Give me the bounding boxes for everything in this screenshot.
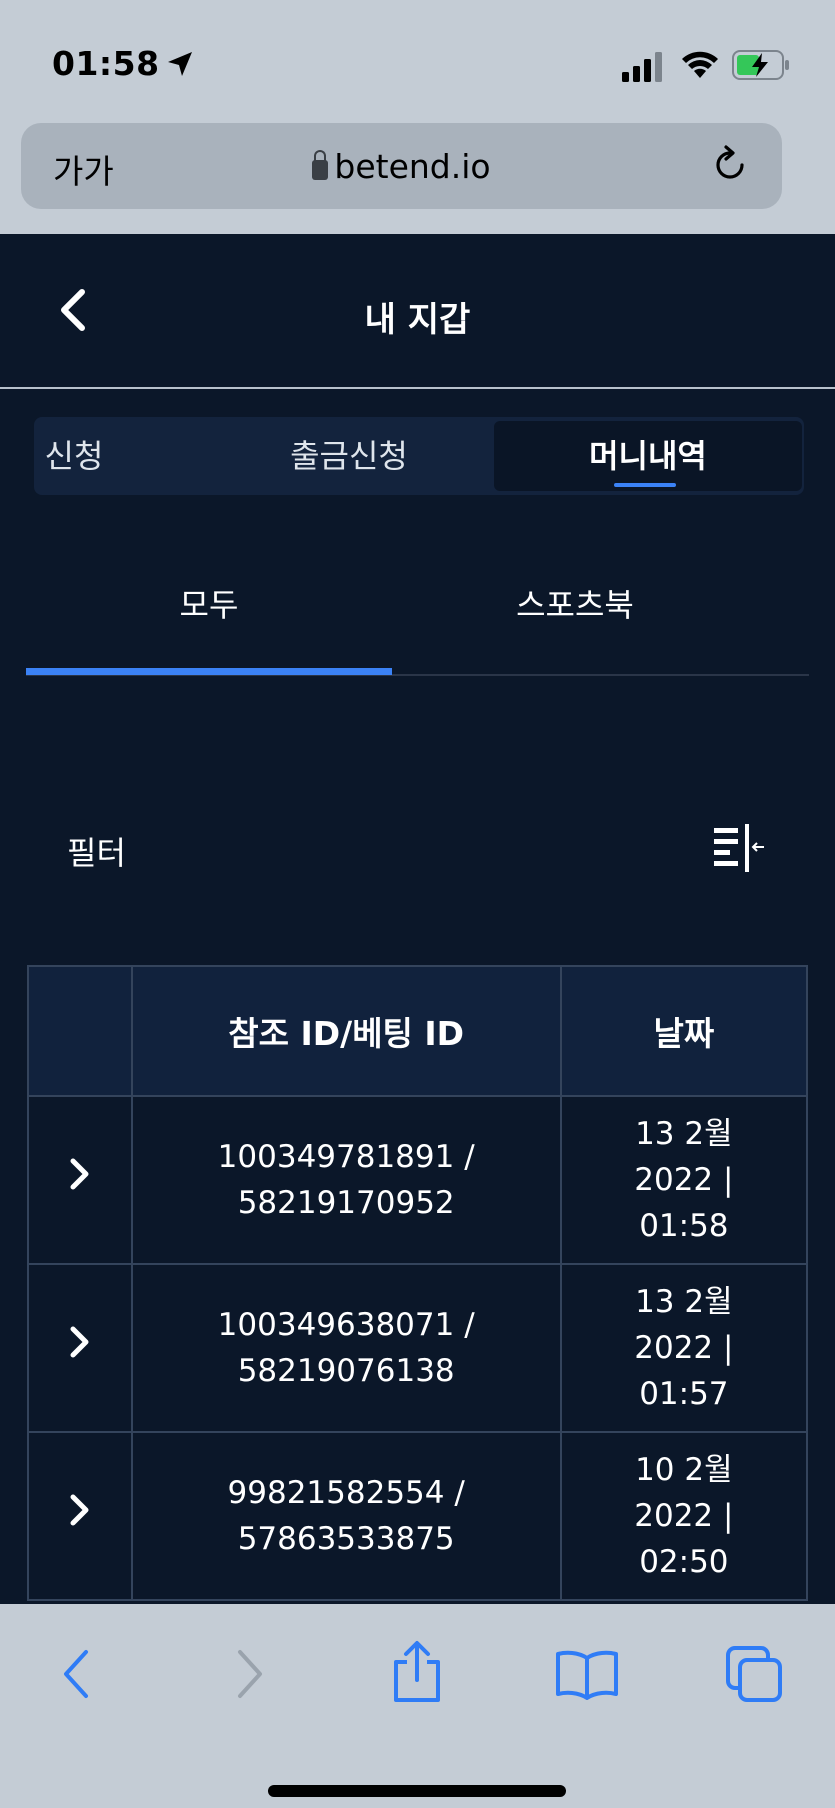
table-row[interactable]: 100349638071 / 58219076138 13 2월 2022 | … (27, 1263, 809, 1433)
wifi-icon (682, 51, 718, 78)
date-year: 2022 | (634, 1162, 734, 1198)
location-arrow-icon (168, 52, 192, 76)
browser-top-bar: 01:58 가가 betend.io (0, 0, 835, 234)
expand-cell[interactable] (27, 1095, 133, 1265)
page-header: 내 지갑 (0, 234, 835, 389)
date-day: 10 2월 (635, 1452, 733, 1488)
segment-deposit-request[interactable]: 신청 (34, 417, 124, 495)
table-row[interactable]: 99821582554 / 57863533875 10 2월 2022 | 0… (27, 1431, 809, 1601)
expand-cell[interactable] (27, 1263, 133, 1433)
chevron-right-icon[interactable] (69, 1493, 91, 1527)
date-cell: 10 2월 2022 | 02:50 (559, 1431, 809, 1601)
chevron-right-icon[interactable] (69, 1325, 91, 1359)
date-day: 13 2월 (635, 1116, 733, 1152)
header-date: 날짜 (559, 965, 809, 1097)
reload-icon[interactable] (708, 143, 752, 187)
browser-forward-icon[interactable] (232, 1646, 268, 1702)
ref-id-cell: 100349781891 / 58219170952 (130, 1095, 562, 1265)
ref-id-cell: 100349638071 / 58219076138 (130, 1263, 562, 1433)
header-ref-id: 참조 ID/베팅 ID (130, 965, 562, 1097)
url-text: betend.io (334, 147, 491, 186)
browser-back-icon[interactable] (58, 1646, 94, 1702)
url-field[interactable]: betend.io (21, 147, 782, 186)
wallet-segment-control: 신청 출금신청 머니내역 (34, 417, 804, 495)
date-cell: 13 2월 2022 | 01:57 (559, 1263, 809, 1433)
date-time: 01:58 (639, 1208, 729, 1244)
ref-id: 100349781891 / (217, 1139, 475, 1175)
expand-cell[interactable] (27, 1431, 133, 1601)
tab-active-indicator (26, 668, 392, 675)
table-row[interactable]: 100349781891 / 58219170952 13 2월 2022 | … (27, 1095, 809, 1265)
date-year: 2022 | (634, 1498, 734, 1534)
cellular-signal-icon (622, 52, 662, 82)
wallet-page: 내 지갑 신청 출금신청 머니내역 모두 스포츠북 필터 참조 ID/베팅 ID… (0, 234, 835, 1604)
status-time: 01:58 (52, 44, 160, 83)
bet-id: 58219170952 (237, 1185, 455, 1221)
ref-id: 99821582554 / (227, 1475, 465, 1511)
browser-toolbar (0, 1604, 835, 1808)
bet-id: 57863533875 (237, 1521, 455, 1557)
segment-withdraw-request[interactable]: 출금신청 (224, 417, 474, 495)
filter-collapse-icon[interactable] (714, 824, 768, 872)
date-time: 01:57 (639, 1376, 729, 1412)
lock-icon (312, 150, 329, 180)
bookmarks-icon[interactable] (554, 1648, 620, 1700)
tab-sportsbook[interactable]: 스포츠북 (392, 580, 758, 626)
date-cell: 13 2월 2022 | 01:58 (559, 1095, 809, 1265)
filter-label[interactable]: 필터 (67, 828, 126, 874)
tabs-icon[interactable] (724, 1644, 786, 1704)
share-icon[interactable] (390, 1640, 444, 1704)
home-indicator (268, 1785, 566, 1797)
table-header-row: 참조 ID/베팅 ID 날짜 (27, 965, 809, 1097)
battery-charging-icon (732, 50, 789, 80)
bet-id: 58219076138 (237, 1353, 455, 1389)
date-time: 02:50 (639, 1544, 729, 1580)
date-year: 2022 | (634, 1330, 734, 1366)
tab-all[interactable]: 모두 (26, 580, 392, 626)
chevron-right-icon[interactable] (69, 1157, 91, 1191)
address-bar[interactable]: 가가 betend.io (21, 123, 782, 209)
segment-money-history[interactable]: 머니내역 (494, 421, 802, 491)
ref-id: 100349638071 / (217, 1307, 475, 1343)
money-history-table: 참조 ID/베팅 ID 날짜 100349781891 / 5821917095… (27, 965, 809, 1601)
page-title: 내 지갑 (364, 300, 471, 340)
date-day: 13 2월 (635, 1284, 733, 1320)
ref-id-cell: 99821582554 / 57863533875 (130, 1431, 562, 1601)
header-expand (27, 965, 133, 1097)
